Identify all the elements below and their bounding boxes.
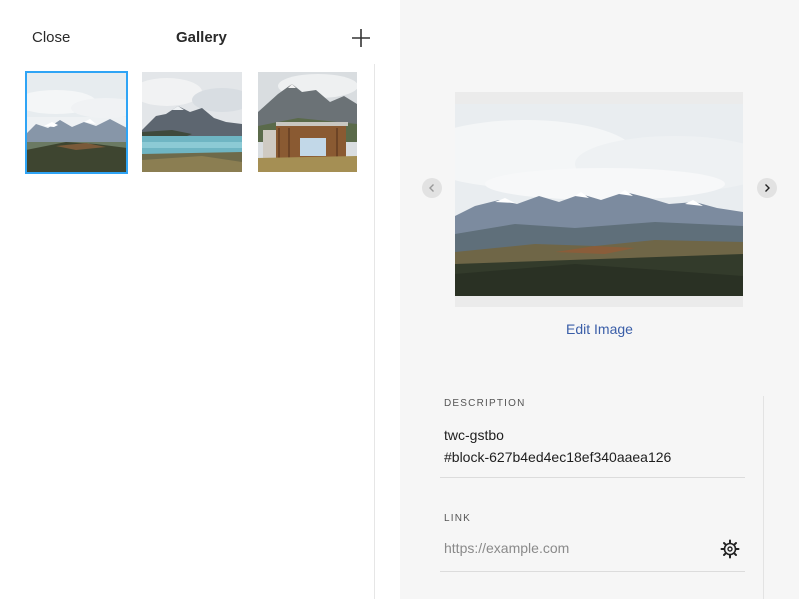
link-label: LINK	[444, 513, 472, 524]
panel-scrollbar[interactable]	[763, 396, 764, 599]
plus-icon[interactable]	[350, 27, 372, 49]
description-label: DESCRIPTION	[444, 398, 526, 409]
image-editor-panel: Edit Image DESCRIPTION twc-gstbo #block-…	[400, 0, 799, 599]
divider	[440, 571, 745, 572]
page-title: Gallery	[176, 29, 227, 46]
chevron-left-icon	[429, 184, 434, 192]
close-button[interactable]: Close	[32, 29, 70, 46]
gallery-thumbnail[interactable]	[25, 71, 128, 174]
image-preview	[455, 92, 743, 307]
description-line: twc-gstbo	[444, 427, 504, 443]
gallery-thumbnail[interactable]	[142, 72, 242, 172]
lake-mountains-image	[142, 72, 242, 172]
mountain-plateau-image	[26, 72, 127, 173]
sidebar-scrollbar[interactable]	[374, 64, 375, 599]
chevron-right-icon	[765, 184, 770, 192]
description-field[interactable]: twc-gstbo #block-627b4ed4ec18ef340aaea12…	[444, 424, 744, 468]
wooden-cabin-image	[258, 72, 357, 172]
gallery-header: Close Gallery	[0, 0, 400, 64]
image-settings-panel	[420, 382, 783, 599]
gear-icon[interactable]	[720, 539, 740, 559]
previous-image-button[interactable]	[422, 178, 442, 198]
mountain-plateau-image	[455, 104, 743, 296]
edit-image-link[interactable]: Edit Image	[400, 321, 799, 337]
description-line: #block-627b4ed4ec18ef340aaea126	[444, 449, 672, 465]
link-input[interactable]	[444, 540, 704, 556]
divider	[440, 477, 745, 478]
gallery-thumbnail[interactable]	[258, 72, 357, 172]
next-image-button[interactable]	[757, 178, 777, 198]
gallery-sidebar: Close Gallery	[0, 0, 400, 599]
